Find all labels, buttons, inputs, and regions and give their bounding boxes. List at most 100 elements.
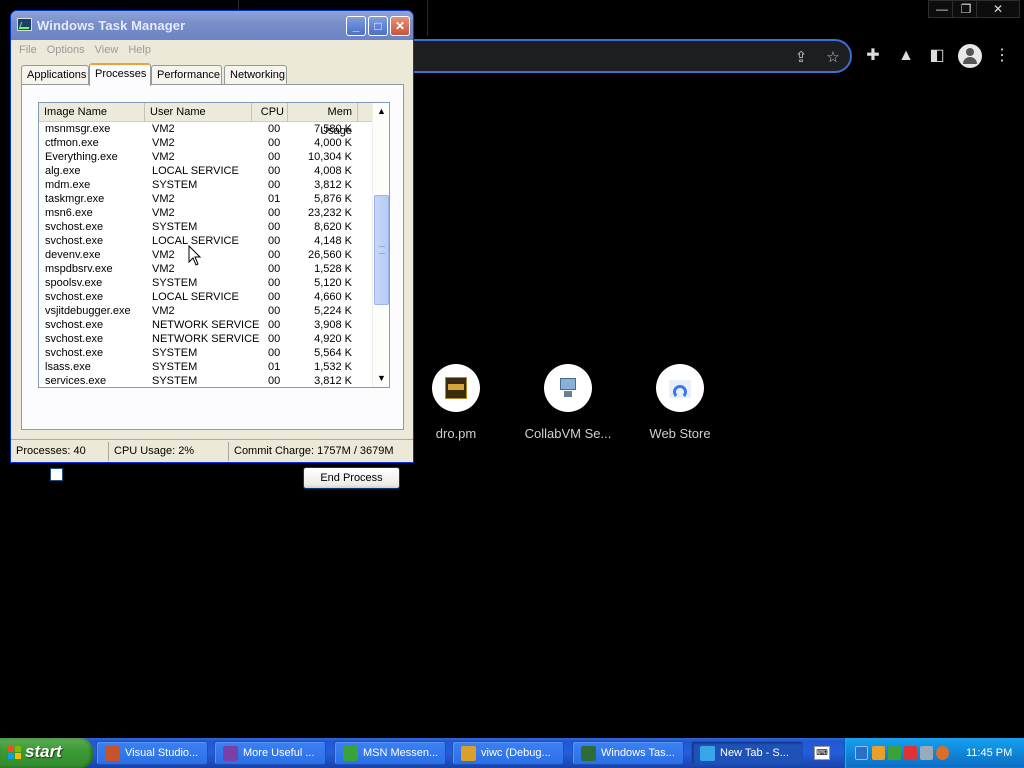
menu-file[interactable]: File	[15, 41, 43, 59]
table-row[interactable]: services.exe SYSTEM 00 3,812 K	[39, 374, 372, 387]
menu-help[interactable]: Help	[124, 41, 157, 59]
tab-performance[interactable]: Performance	[151, 65, 222, 85]
table-row[interactable]: svchost.exe NETWORK SERVICE 00 3,908 K	[39, 318, 372, 332]
process-list-header: Image Name User Name CPU Mem Usage	[39, 103, 372, 137]
process-user-name: NETWORK SERVICE	[152, 333, 260, 345]
table-row[interactable]: spoolsv.exe SYSTEM 00 5,120 K	[39, 276, 372, 290]
network-icon[interactable]	[855, 746, 868, 760]
taskbar-button-label: More Useful ...	[243, 747, 315, 759]
labs-flask-icon[interactable]: ▲	[895, 45, 917, 67]
app-icon	[700, 746, 715, 761]
status-cpu-usage: CPU Usage: 2%	[109, 442, 229, 461]
process-user-name: VM2	[152, 249, 175, 261]
shortcut-dro-pm[interactable]: dro.pm	[401, 364, 511, 441]
taskbar-button[interactable]: Visual Studio...	[96, 741, 208, 765]
shortcut-label: dro.pm	[435, 426, 477, 441]
keyboard-language-icon[interactable]: ⌨	[814, 746, 830, 760]
process-cpu: 00	[268, 277, 281, 289]
process-image-name: Everything.exe	[45, 151, 118, 163]
shortcut-collabvm[interactable]: CollabVM Se...	[513, 364, 623, 441]
shield-icon[interactable]	[888, 746, 901, 760]
process-mem-usage: 3,812 K	[314, 179, 352, 191]
taskbar-button[interactable]: New Tab - S...	[691, 741, 803, 765]
process-image-name: svchost.exe	[45, 235, 104, 247]
column-image-name[interactable]: Image Name	[39, 103, 145, 122]
table-row[interactable]: svchost.exe SYSTEM 00 8,620 K	[39, 220, 372, 234]
tab-applications[interactable]: Applications	[21, 65, 89, 85]
profile-avatar-icon[interactable]	[958, 44, 982, 68]
table-row[interactable]: alg.exe LOCAL SERVICE 00 4,008 K	[39, 164, 372, 178]
minimize-button[interactable]: _	[346, 16, 366, 36]
process-user-name: VM2	[152, 151, 175, 163]
grip-icon	[379, 246, 385, 254]
volume-icon[interactable]	[920, 746, 933, 760]
process-cpu: 00	[268, 319, 281, 331]
table-row[interactable]: svchost.exe LOCAL SERVICE 00 4,660 K	[39, 290, 372, 304]
start-button[interactable]: start	[0, 738, 93, 768]
shortcut-web-store[interactable]: Web Store	[625, 364, 735, 441]
process-list-scrollbar[interactable]: ▲ ▼	[372, 103, 389, 387]
table-row[interactable]: svchost.exe LOCAL SERVICE 00 4,148 K	[39, 234, 372, 248]
close-button[interactable]: ✕	[390, 16, 410, 36]
shortcut-label: CollabVM Se...	[524, 426, 612, 441]
process-mem-usage: 26,560 K	[307, 249, 352, 261]
process-image-name: services.exe	[45, 375, 107, 387]
taskbar-button[interactable]: Windows Tas...	[572, 741, 684, 765]
process-user-name: LOCAL SERVICE	[152, 291, 239, 303]
tab-processes[interactable]: Processes	[89, 63, 151, 86]
table-row[interactable]: lsass.exe SYSTEM 01 1,532 K	[39, 360, 372, 374]
show-all-checkbox[interactable]	[50, 468, 63, 481]
process-image-name: ctfmon.exe	[45, 137, 99, 149]
msn-tray-icon[interactable]	[872, 746, 885, 760]
menu-options[interactable]: Options	[43, 41, 91, 59]
taskbar-button[interactable]: viwc (Debug...	[452, 741, 564, 765]
bookmark-star-icon[interactable]: ☆	[824, 49, 842, 67]
table-row[interactable]: svchost.exe SYSTEM 00 5,564 K	[39, 346, 372, 360]
table-row[interactable]: msn6.exe VM2 00 23,232 K	[39, 206, 372, 220]
process-mem-usage: 3,812 K	[314, 375, 352, 387]
table-row[interactable]: msnmsgr.exe VM2 00 7,580 K	[39, 122, 372, 136]
extensions-icon[interactable]: ✚	[862, 45, 884, 67]
address-bar[interactable]: ⇪ ☆	[406, 39, 852, 73]
maximize-button[interactable]: □	[368, 16, 388, 36]
security-alert-icon[interactable]	[904, 746, 917, 760]
table-row[interactable]: devenv.exe VM2 00 26,560 K	[39, 248, 372, 262]
table-row[interactable]: mspdbsrv.exe VM2 00 1,528 K	[39, 262, 372, 276]
process-mem-usage: 7,580 K	[314, 123, 352, 135]
process-image-name: devenv.exe	[45, 249, 101, 261]
process-cpu: 00	[268, 137, 281, 149]
menu-kebab-icon[interactable]: ⋮	[991, 45, 1013, 67]
column-mem-usage[interactable]: Mem Usage	[288, 103, 358, 137]
tab-networking[interactable]: Networking	[224, 65, 287, 85]
app-icon	[461, 746, 476, 761]
process-list[interactable]: Image Name User Name CPU Mem Usage msnms…	[38, 102, 390, 388]
browser-close-button[interactable]: ✕	[976, 0, 1020, 18]
windows-flag-icon	[8, 746, 21, 759]
process-image-name: taskmgr.exe	[45, 193, 105, 205]
title-bar[interactable]: Windows Task Manager _ □ ✕	[11, 11, 413, 40]
table-row[interactable]: vsjitdebugger.exe VM2 00 5,224 K	[39, 304, 372, 318]
scroll-thumb[interactable]	[374, 195, 389, 305]
table-row[interactable]: Everything.exe VM2 00 10,304 K	[39, 150, 372, 164]
table-row[interactable]: svchost.exe NETWORK SERVICE 00 4,920 K	[39, 332, 372, 346]
share-icon[interactable]: ⇪	[792, 49, 810, 67]
taskbar-button[interactable]: MSN Messen...	[334, 741, 446, 765]
taskbar-button[interactable]: More Useful ...	[214, 741, 326, 765]
table-row[interactable]: mdm.exe SYSTEM 00 3,812 K	[39, 178, 372, 192]
process-mem-usage: 1,532 K	[314, 361, 352, 373]
process-image-name: vsjitdebugger.exe	[45, 305, 131, 317]
menu-view[interactable]: View	[91, 41, 125, 59]
column-cpu[interactable]: CPU	[252, 103, 288, 122]
taskbar-button-label: Visual Studio...	[125, 747, 199, 759]
process-user-name: SYSTEM	[152, 277, 198, 289]
table-row[interactable]: taskmgr.exe VM2 01 5,876 K	[39, 192, 372, 206]
scroll-down-button[interactable]: ▼	[373, 370, 389, 387]
column-user-name[interactable]: User Name	[145, 103, 252, 122]
side-panel-icon[interactable]: ◧	[926, 45, 948, 67]
search-icon[interactable]	[936, 746, 949, 760]
process-mem-usage: 3,908 K	[314, 319, 352, 331]
table-row[interactable]: ctfmon.exe VM2 00 4,000 K	[39, 136, 372, 150]
process-cpu: 00	[268, 249, 281, 261]
end-process-button[interactable]: End Process	[303, 467, 400, 489]
scroll-up-button[interactable]: ▲	[373, 103, 389, 120]
